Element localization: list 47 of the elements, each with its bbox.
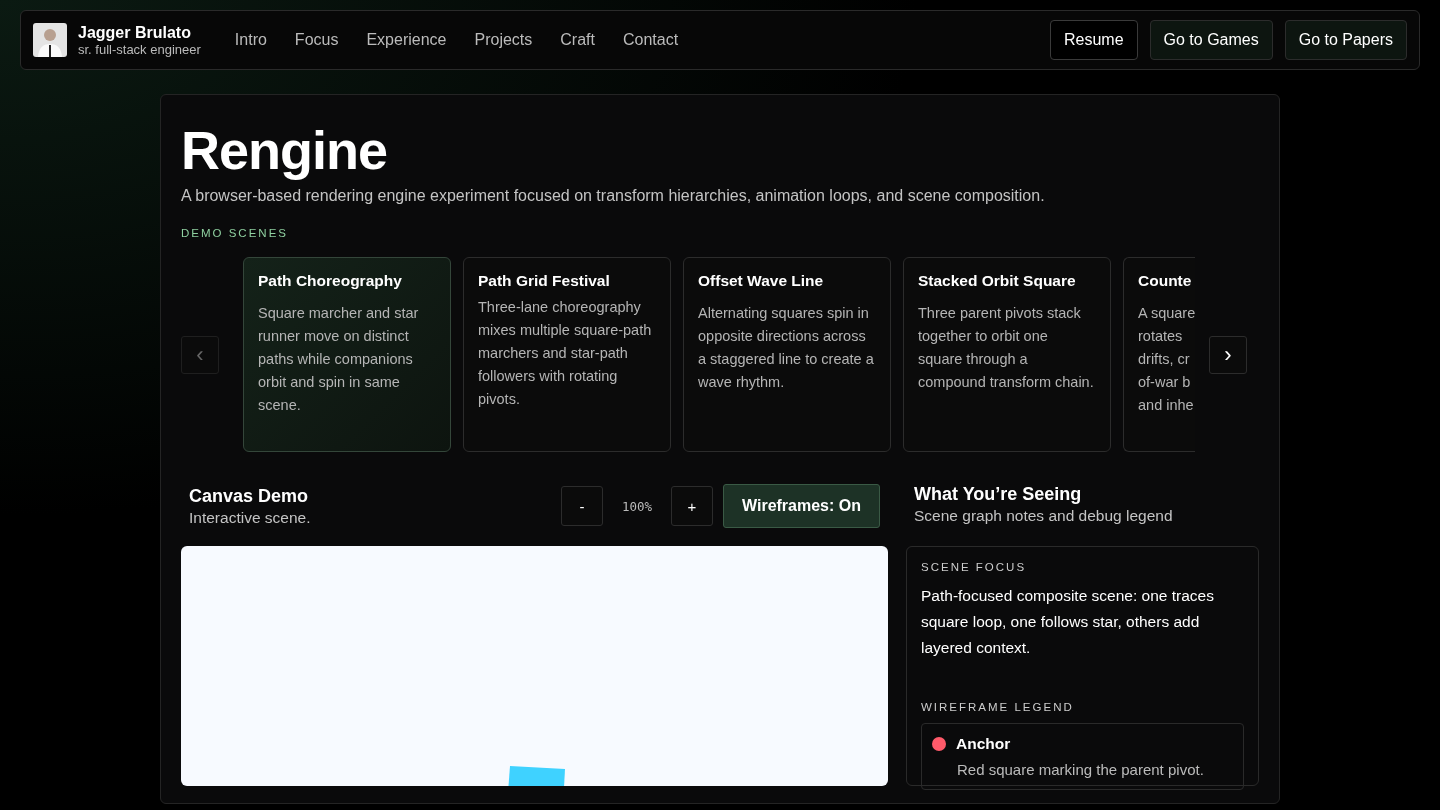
scene-card[interactable]: Counte A square rotates drifts, cr of-war b and inhe bbox=[1123, 257, 1195, 452]
zoom-level: 100% bbox=[620, 498, 654, 514]
card-text-line: A square bbox=[1138, 304, 1195, 323]
resume-button[interactable]: Resume bbox=[1050, 20, 1138, 60]
scene-card[interactable]: Stacked Orbit Square Three parent pivots stack together to orbit one square through a compound transform chain. bbox=[903, 257, 1111, 452]
scene-card[interactable]: Path Choreography Square marcher and star runner move on distinct paths while companions orbit and spin in same scene. bbox=[243, 257, 451, 452]
card-description: Alternating squares spin in opposite directions across a staggered line to create a wave rhythm. bbox=[698, 304, 875, 392]
scene-focus-text: Path-focused composite scene: one traces square loop, one follows star, others add layered context. bbox=[921, 586, 1215, 658]
zoom-out-button[interactable]: - bbox=[561, 486, 603, 526]
card-text-line: and inhe bbox=[1138, 396, 1195, 415]
nav-button[interactable]: Go to Papers bbox=[1284, 20, 1407, 60]
card-text-line: rotates bbox=[1138, 327, 1184, 346]
profile-name: Jagger Brulato bbox=[78, 23, 192, 42]
nav-link[interactable]: Intro bbox=[222, 25, 279, 55]
section-label: SCENE FOCUS bbox=[921, 561, 1028, 573]
section-subtitle: Scene graph notes and debug legend bbox=[914, 507, 1174, 525]
section-title: Canvas Demo bbox=[189, 485, 310, 507]
nav-link[interactable]: Experience bbox=[354, 25, 459, 55]
section-title: What You’re Seeing bbox=[914, 484, 1083, 505]
page-subtitle: A browser-based rendering engine experiment focused on transform hierarchies, animation loops, and scene composition. bbox=[181, 187, 1046, 205]
page-title: Rengine bbox=[181, 119, 389, 181]
card-description: Three parent pivots stack together to orbit one square through a compound transform chain. bbox=[918, 304, 1095, 392]
nav-link[interactable]: Craft bbox=[548, 25, 607, 55]
section-label: WIREFRAME LEGEND bbox=[921, 701, 1075, 713]
card-description: Square marcher and star runner move on distinct paths while companions orbit and spin in same scene. bbox=[258, 304, 420, 415]
card-text-line: of-war b bbox=[1138, 373, 1192, 392]
card-text-line: drifts, cr bbox=[1138, 350, 1191, 369]
wireframes-toggle[interactable]: Wireframes: On bbox=[723, 484, 880, 528]
next-button[interactable]: › bbox=[1209, 335, 1247, 374]
card-title: Counte bbox=[1138, 272, 1193, 290]
scene-card[interactable]: Offset Wave Line Alternating squares spin in opposite directions across a staggered line to create a wave rhythm. bbox=[683, 257, 891, 452]
zoom-in-button[interactable]: + bbox=[671, 486, 713, 526]
scene-card[interactable]: Path Grid Festival Three-lane choreography mixes multiple square-path marchers and star-path followers with rotating pivots. bbox=[463, 257, 671, 452]
nav-link[interactable]: Focus bbox=[282, 25, 351, 55]
card-description: Three-lane choreography mixes multiple square-path marchers and star-path followers with rotating pivots. bbox=[478, 298, 653, 409]
card-title: Path Grid Festival bbox=[478, 272, 611, 290]
legend-description: Red square marking the parent pivot. bbox=[957, 761, 1205, 778]
nav-link[interactable]: Projects bbox=[462, 25, 545, 55]
card-title: Offset Wave Line bbox=[698, 272, 825, 290]
section-subtitle: Interactive scene. bbox=[189, 508, 312, 527]
nav-link[interactable]: Contact bbox=[610, 25, 691, 55]
card-title: Stacked Orbit Square bbox=[918, 272, 1077, 290]
legend-name: Anchor bbox=[956, 735, 1011, 753]
nav-button[interactable]: Go to Games bbox=[1149, 20, 1273, 60]
profile-role: sr. full-stack engineer bbox=[78, 41, 201, 57]
card-title: Path Choreography bbox=[258, 272, 403, 290]
section-label: DEMO SCENES bbox=[181, 227, 289, 239]
